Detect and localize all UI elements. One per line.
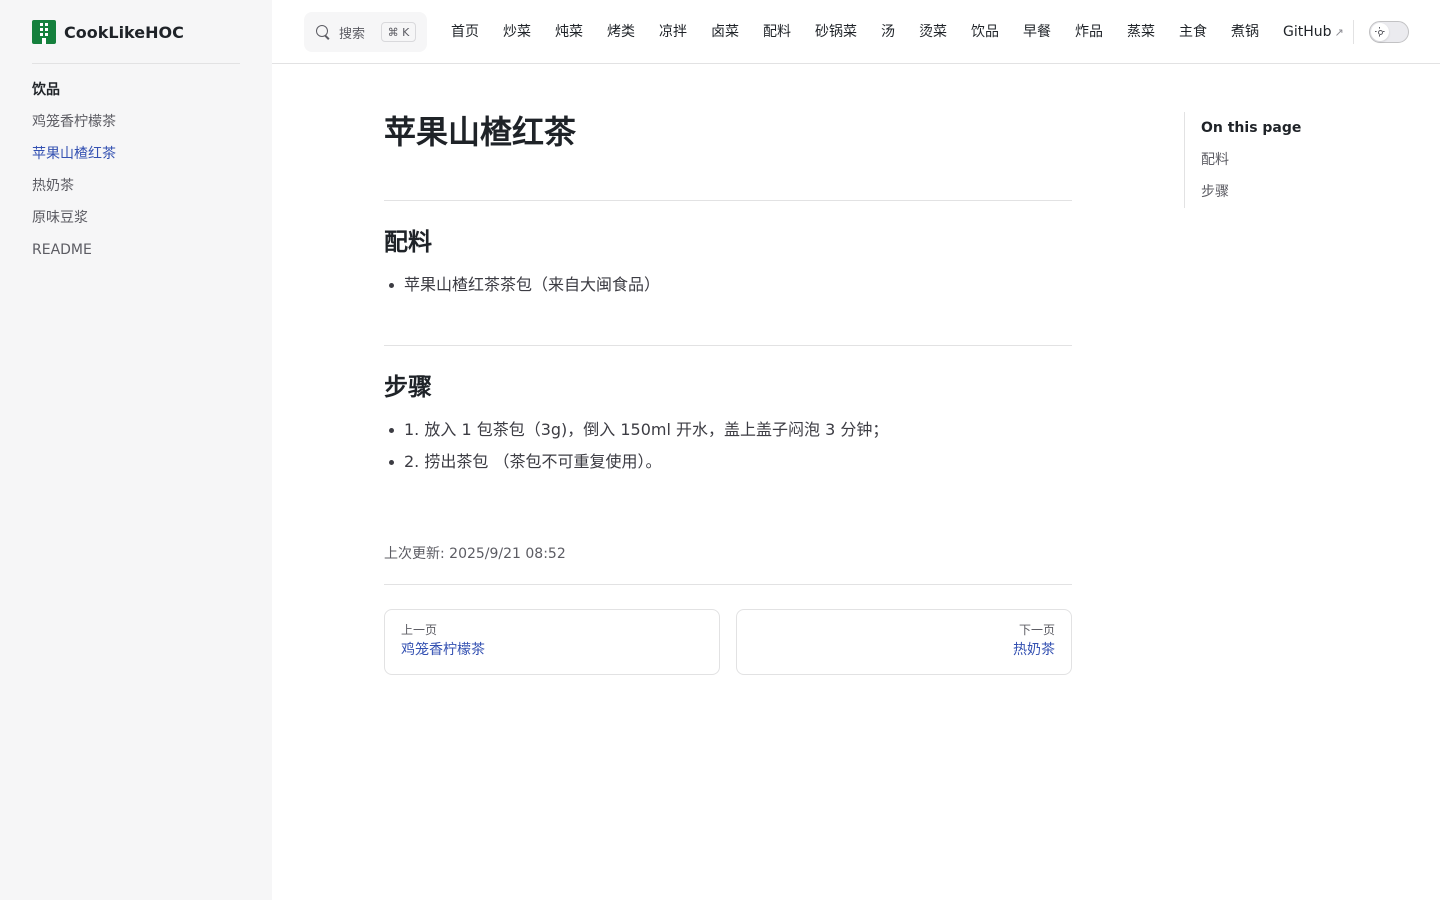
nav-link-github[interactable]: GitHub ↗ bbox=[1271, 0, 1356, 65]
last-updated: 上次更新: 2025/9/21 08:52 bbox=[384, 546, 566, 562]
list-item: 1. 放入 1 包茶包（3g)，倒入 150ml 开水，盖上盖子闷泡 3 分钟； bbox=[389, 414, 1072, 446]
prev-page-title: 鸡笼香柠檬茶 bbox=[401, 642, 485, 658]
list-item: 2. 捞出茶包 （茶包不可重复使用）。 bbox=[389, 446, 1072, 478]
brand-name: CookLikeHOC bbox=[64, 22, 184, 42]
page-title: 苹果山楂红茶 bbox=[384, 113, 577, 151]
section-divider bbox=[384, 200, 1072, 201]
sidebar: CookLikeHOC 饮品 鸡笼香柠檬茶 苹果山楂红茶 热奶茶 原味豆浆 RE… bbox=[0, 0, 272, 900]
sidebar-nav: 饮品 鸡笼香柠檬茶 苹果山楂红茶 热奶茶 原味豆浆 README bbox=[32, 78, 240, 270]
nav-links: 首页 炒菜 炖菜 烤类 凉拌 卤菜 配料 砂锅菜 汤 烫菜 饮品 早餐 炸品 蒸… bbox=[439, 0, 1356, 64]
nav-link-tang[interactable]: 汤 bbox=[869, 0, 907, 64]
top-nav: 搜索 ⌘ K 首页 炒菜 炖菜 烤类 凉拌 卤菜 配料 砂锅菜 汤 烫菜 饮品 … bbox=[272, 0, 1440, 64]
sun-icon bbox=[1375, 27, 1385, 37]
search-placeholder: 搜索 bbox=[339, 26, 366, 42]
nav-link-liangban[interactable]: 凉拌 bbox=[647, 0, 699, 64]
brand[interactable]: CookLikeHOC bbox=[32, 20, 184, 44]
prev-page-link[interactable]: 上一页 鸡笼香柠檬茶 bbox=[384, 609, 720, 675]
search-shortcut: ⌘ K bbox=[381, 22, 416, 42]
search-icon bbox=[316, 25, 330, 39]
next-page-title: 热奶茶 bbox=[1013, 642, 1055, 658]
footer-divider bbox=[384, 584, 1072, 585]
nav-link-zhuguo[interactable]: 煮锅 bbox=[1219, 0, 1271, 64]
outline-item-peiliao[interactable]: 配料 bbox=[1201, 144, 1384, 176]
next-page-desc: 下一页 bbox=[1018, 623, 1055, 637]
nav-link-zhushi[interactable]: 主食 bbox=[1167, 0, 1219, 64]
sidebar-item-readme[interactable]: README bbox=[32, 238, 240, 262]
outline-item-buzhou[interactable]: 步骤 bbox=[1201, 176, 1384, 208]
nav-link-zhengcai[interactable]: 蒸菜 bbox=[1115, 0, 1167, 64]
theme-toggle[interactable] bbox=[1369, 21, 1409, 43]
prev-page-desc: 上一页 bbox=[401, 623, 438, 637]
nav-link-zhapin[interactable]: 炸品 bbox=[1063, 0, 1115, 64]
nav-divider bbox=[1353, 20, 1354, 44]
page-outline: On this page 配料 步骤 bbox=[1184, 112, 1384, 208]
steps-list: 1. 放入 1 包茶包（3g)，倒入 150ml 开水，盖上盖子闷泡 3 分钟；… bbox=[389, 414, 1072, 478]
sidebar-divider bbox=[32, 63, 240, 64]
nav-link-tangcai[interactable]: 烫菜 bbox=[907, 0, 959, 64]
external-link-icon: ↗ bbox=[1334, 25, 1344, 39]
next-page-link[interactable]: 下一页 热奶茶 bbox=[736, 609, 1072, 675]
sidebar-item-naicha[interactable]: 热奶茶 bbox=[32, 174, 240, 198]
nav-link-chaocai[interactable]: 炒菜 bbox=[491, 0, 543, 64]
outline-title: On this page bbox=[1201, 120, 1302, 136]
nav-link-yinpin[interactable]: 饮品 bbox=[959, 0, 1011, 64]
sidebar-item-shanzha-active[interactable]: 苹果山楂红茶 bbox=[32, 142, 240, 166]
toggle-knob bbox=[1371, 23, 1389, 41]
nav-link-shaguocai[interactable]: 砂锅菜 bbox=[803, 0, 869, 64]
nav-link-zaocan[interactable]: 早餐 bbox=[1011, 0, 1063, 64]
nav-link-home[interactable]: 首页 bbox=[439, 0, 491, 64]
search-button[interactable]: 搜索 ⌘ K bbox=[304, 12, 427, 52]
building-grid-icon bbox=[32, 20, 56, 44]
nav-link-lucai[interactable]: 卤菜 bbox=[699, 0, 751, 64]
sidebar-group-title: 饮品 bbox=[32, 82, 60, 98]
ingredient-list: 苹果山楂红茶茶包（来自大闽食品） bbox=[389, 269, 1072, 301]
github-label: GitHub bbox=[1283, 23, 1332, 40]
section-heading-peiliao: 配料 bbox=[384, 228, 432, 256]
section-divider bbox=[384, 345, 1072, 346]
nav-link-peiliao[interactable]: 配料 bbox=[751, 0, 803, 64]
list-item: 苹果山楂红茶茶包（来自大闽食品） bbox=[389, 269, 1072, 301]
nav-link-kaolei[interactable]: 烤类 bbox=[595, 0, 647, 64]
sidebar-item-ningmeng[interactable]: 鸡笼香柠檬茶 bbox=[32, 110, 240, 134]
sidebar-item-doujiang[interactable]: 原味豆浆 bbox=[32, 206, 240, 230]
nav-link-duncai[interactable]: 炖菜 bbox=[543, 0, 595, 64]
section-heading-buzhou: 步骤 bbox=[384, 373, 432, 401]
